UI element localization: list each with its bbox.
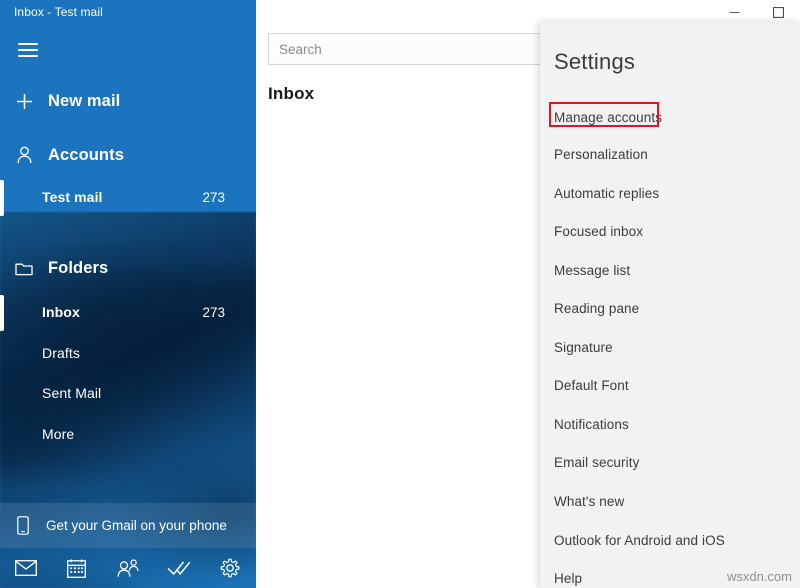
folder-item-inbox[interactable]: Inbox 273 <box>0 295 256 329</box>
settings-item-label: Notifications <box>554 417 629 432</box>
app-switcher-bar <box>0 548 256 588</box>
new-mail-label: New mail <box>48 92 120 111</box>
page-title: Inbox <box>268 84 314 104</box>
folder-item-count: 273 <box>202 305 225 320</box>
account-item-label: Test mail <box>42 189 103 205</box>
people-icon[interactable] <box>102 548 153 588</box>
account-item-test-mail[interactable]: Test mail 273 <box>0 180 256 214</box>
accounts-section-header[interactable]: Accounts <box>0 133 256 177</box>
folder-item-sent-mail[interactable]: Sent Mail <box>0 376 256 410</box>
settings-item-label: Focused inbox <box>554 224 643 239</box>
person-icon <box>0 146 48 164</box>
settings-item-whats-new[interactable]: What's new <box>540 486 800 516</box>
settings-item-label: Outlook for Android and iOS <box>554 533 725 548</box>
maximize-button[interactable] <box>756 0 800 24</box>
navigation-pane: Inbox - Test mail New mail <box>0 0 256 588</box>
settings-item-manage-accounts[interactable]: Manage accounts <box>540 102 800 132</box>
folder-item-more[interactable]: More <box>0 417 256 451</box>
settings-item-notifications[interactable]: Notifications <box>540 409 800 439</box>
gmail-promo-label: Get your Gmail on your phone <box>46 518 227 533</box>
settings-item-label: Manage accounts <box>554 110 662 125</box>
folder-item-label: More <box>42 426 74 442</box>
settings-item-email-security[interactable]: Email security <box>540 447 800 477</box>
window-controls <box>712 0 800 24</box>
settings-item-personalization[interactable]: Personalization <box>540 139 800 169</box>
account-item-count: 273 <box>202 190 225 205</box>
settings-item-label: Help <box>554 571 582 586</box>
settings-item-label: Email security <box>554 455 639 470</box>
gmail-phone-promo[interactable]: Get your Gmail on your phone <box>0 503 256 548</box>
settings-item-message-list[interactable]: Message list <box>540 255 800 285</box>
new-mail-button[interactable]: New mail <box>0 79 256 123</box>
gear-icon[interactable] <box>205 548 256 588</box>
settings-item-label: Automatic replies <box>554 186 659 201</box>
settings-item-focused-inbox[interactable]: Focused inbox <box>540 216 800 246</box>
folder-icon <box>0 261 48 276</box>
settings-item-signature[interactable]: Signature <box>540 332 800 362</box>
minimize-button[interactable] <box>712 0 756 24</box>
plus-icon <box>0 93 48 110</box>
settings-item-label: What's new <box>554 494 624 509</box>
envelope-icon[interactable] <box>0 548 51 588</box>
folder-item-drafts[interactable]: Drafts <box>0 336 256 370</box>
mail-app-window: Inbox - Test mail New mail <box>0 0 800 588</box>
settings-item-label: Reading pane <box>554 301 639 316</box>
settings-item-reading-pane[interactable]: Reading pane <box>540 293 800 323</box>
settings-item-default-font[interactable]: Default Font <box>540 370 800 400</box>
settings-item-label: Message list <box>554 263 630 278</box>
settings-item-outlook-mobile[interactable]: Outlook for Android and iOS <box>540 525 800 555</box>
folders-section-header[interactable]: Folders <box>0 246 256 290</box>
settings-item-automatic-replies[interactable]: Automatic replies <box>540 178 800 208</box>
folders-label: Folders <box>48 259 108 278</box>
settings-flyout: Settings Manage accounts Personalization… <box>540 22 800 588</box>
settings-item-label: Signature <box>554 340 613 355</box>
accounts-label: Accounts <box>48 146 124 165</box>
watermark: wsxdn.com <box>727 569 792 584</box>
window-title: Inbox - Test mail <box>14 5 103 19</box>
folder-item-label: Inbox <box>42 304 80 320</box>
settings-item-label: Default Font <box>554 378 629 393</box>
hamburger-menu-icon[interactable] <box>8 34 48 66</box>
folder-item-label: Drafts <box>42 345 80 361</box>
calendar-icon[interactable] <box>51 548 102 588</box>
check-icon[interactable] <box>154 548 205 588</box>
phone-icon <box>0 516 46 535</box>
settings-title: Settings <box>554 49 635 75</box>
folder-item-label: Sent Mail <box>42 385 101 401</box>
settings-item-label: Personalization <box>554 147 648 162</box>
